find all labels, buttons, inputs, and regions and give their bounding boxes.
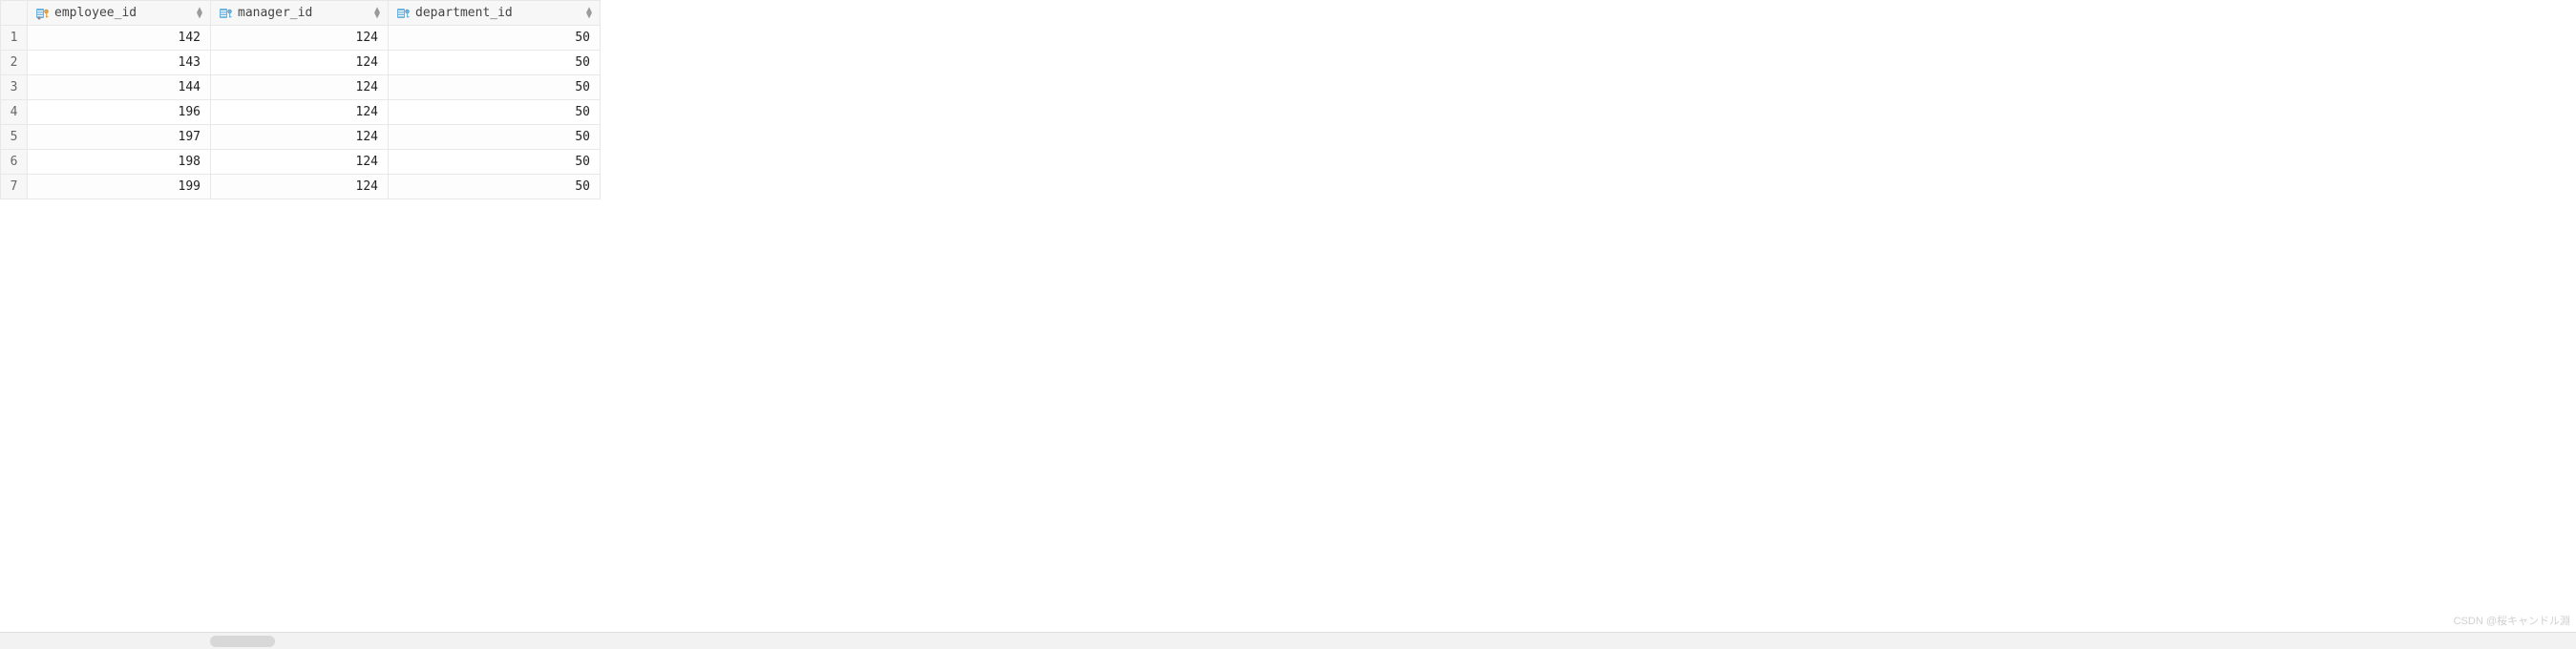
sort-icon[interactable]: ▲▼ — [586, 8, 592, 19]
row-number[interactable]: 2 — [1, 51, 28, 75]
cell-manager-id[interactable]: 124 — [211, 175, 389, 199]
sort-icon[interactable]: ▲▼ — [197, 8, 202, 19]
column-label: manager_id — [238, 6, 312, 20]
cell-employee-id[interactable]: 199 — [28, 175, 211, 199]
cell-department-id[interactable]: 50 — [389, 125, 601, 150]
column-label: employee_id — [54, 6, 137, 20]
horizontal-scrollbar-thumb[interactable] — [210, 636, 275, 647]
cell-employee-id[interactable]: 196 — [28, 100, 211, 125]
sort-icon[interactable]: ▲▼ — [374, 8, 380, 19]
cell-employee-id[interactable]: 144 — [28, 75, 211, 100]
cell-manager-id[interactable]: 124 — [211, 100, 389, 125]
table-row[interactable]: 1 142 124 50 — [1, 26, 601, 51]
cell-employee-id[interactable]: 197 — [28, 125, 211, 150]
column-label: department_id — [415, 6, 513, 20]
fk-column-icon — [396, 7, 412, 20]
table-row[interactable]: 7 199 124 50 — [1, 175, 601, 199]
data-grid: employee_id ▲▼ — [0, 0, 601, 199]
cell-department-id[interactable]: 50 — [389, 175, 601, 199]
cell-department-id[interactable]: 50 — [389, 150, 601, 175]
header-row: employee_id ▲▼ — [1, 1, 601, 26]
column-header-department-id[interactable]: department_id ▲▼ — [389, 1, 601, 26]
row-number[interactable]: 1 — [1, 26, 28, 51]
cell-employee-id[interactable]: 142 — [28, 26, 211, 51]
table-row[interactable]: 5 197 124 50 — [1, 125, 601, 150]
cell-manager-id[interactable]: 124 — [211, 75, 389, 100]
table-row[interactable]: 6 198 124 50 — [1, 150, 601, 175]
cell-department-id[interactable]: 50 — [389, 75, 601, 100]
table-row[interactable]: 4 196 124 50 — [1, 100, 601, 125]
row-number[interactable]: 5 — [1, 125, 28, 150]
cell-manager-id[interactable]: 124 — [211, 26, 389, 51]
cell-employee-id[interactable]: 143 — [28, 51, 211, 75]
cell-department-id[interactable]: 50 — [389, 100, 601, 125]
horizontal-scrollbar-track[interactable] — [0, 632, 2576, 649]
table-row[interactable]: 3 144 124 50 — [1, 75, 601, 100]
corner-cell[interactable] — [1, 1, 28, 26]
cell-manager-id[interactable]: 124 — [211, 150, 389, 175]
cell-department-id[interactable]: 50 — [389, 51, 601, 75]
column-header-employee-id[interactable]: employee_id ▲▼ — [28, 1, 211, 26]
cell-manager-id[interactable]: 124 — [211, 125, 389, 150]
fk-column-icon — [219, 7, 234, 20]
column-header-manager-id[interactable]: manager_id ▲▼ — [211, 1, 389, 26]
row-number[interactable]: 7 — [1, 175, 28, 199]
table-row[interactable]: 2 143 124 50 — [1, 51, 601, 75]
key-column-icon — [35, 7, 51, 20]
watermark: CSDN @桜キャンドル淵 — [2454, 613, 2570, 628]
cell-employee-id[interactable]: 198 — [28, 150, 211, 175]
cell-department-id[interactable]: 50 — [389, 26, 601, 51]
row-number[interactable]: 3 — [1, 75, 28, 100]
row-number[interactable]: 6 — [1, 150, 28, 175]
row-number[interactable]: 4 — [1, 100, 28, 125]
cell-manager-id[interactable]: 124 — [211, 51, 389, 75]
